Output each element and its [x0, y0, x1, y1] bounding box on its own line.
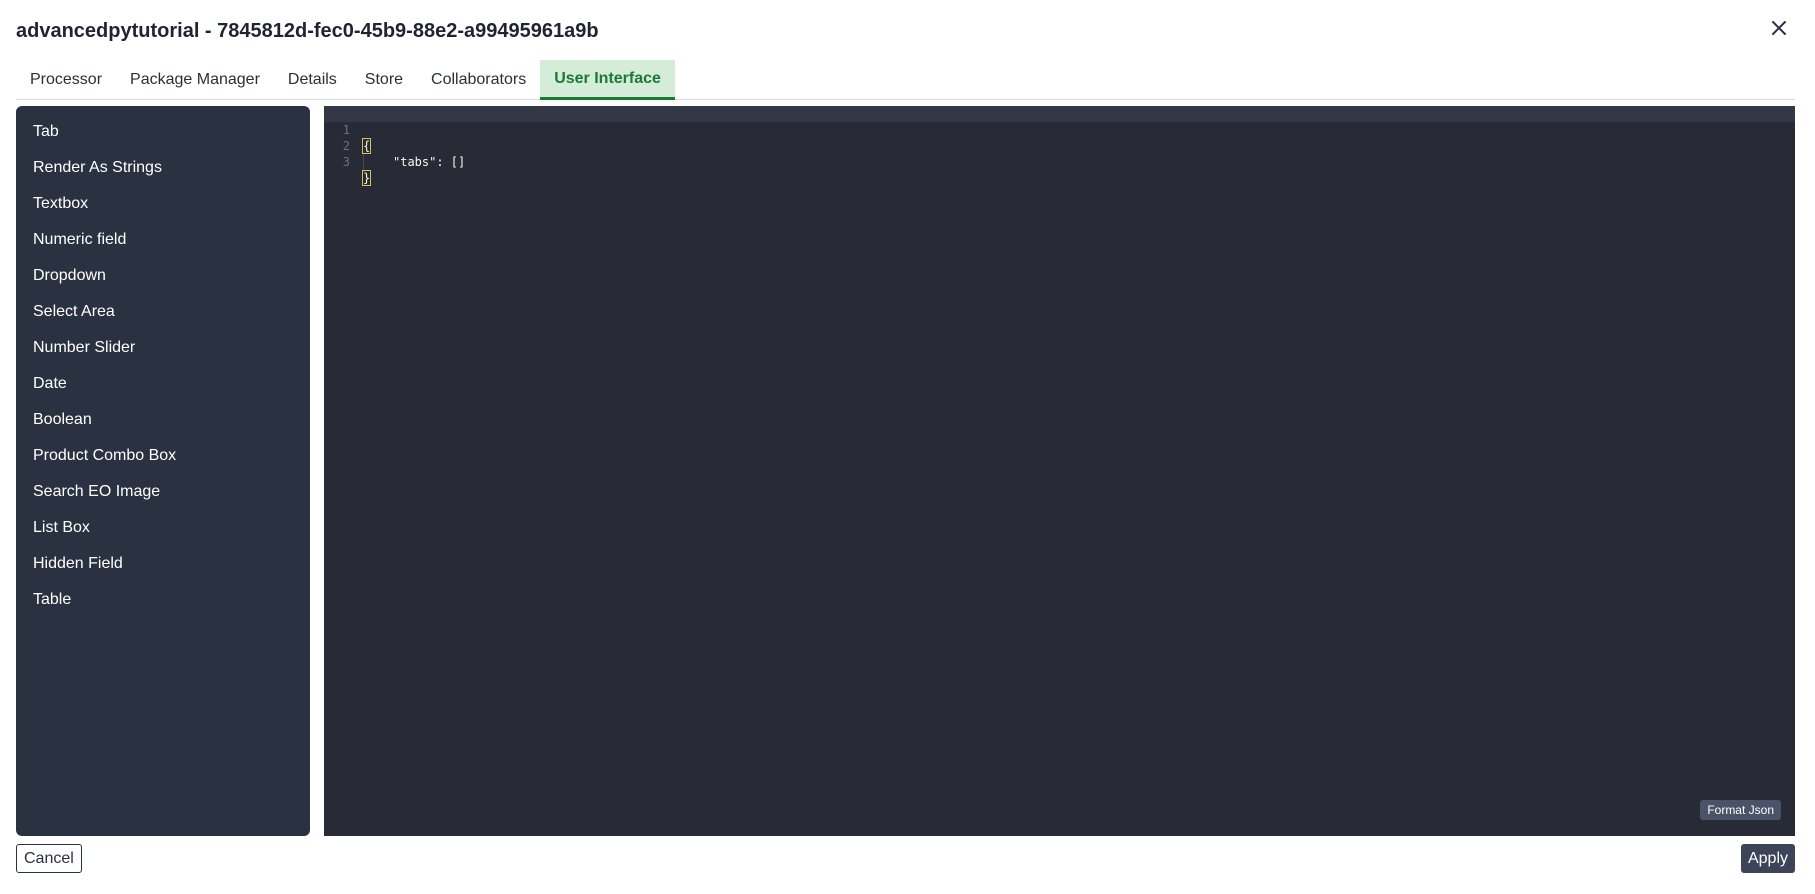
modal-dialog: advancedpytutorial - 7845812d-fec0-45b9-… — [0, 0, 1815, 894]
indent-guide — [363, 154, 393, 170]
dialog-title: advancedpytutorial - 7845812d-fec0-45b9-… — [16, 20, 599, 42]
sidebar-item-boolean[interactable]: Boolean — [16, 402, 310, 438]
tab-store[interactable]: Store — [351, 60, 417, 100]
code-line: 2 "tabs": [] — [324, 122, 1795, 170]
json-editor[interactable]: 1 { 2 "tabs": [] 3 } Format Json — [324, 106, 1795, 836]
tab-collaborators[interactable]: Collaborators — [417, 60, 540, 100]
format-json-button[interactable]: Format Json — [1700, 800, 1781, 820]
component-palette: Tab Render As Strings Textbox Numeric fi… — [16, 106, 310, 836]
sidebar-item-product-combo-box[interactable]: Product Combo Box — [16, 438, 310, 474]
apply-button[interactable]: Apply — [1740, 844, 1795, 873]
sidebar-item-textbox[interactable]: Textbox — [16, 186, 310, 222]
sidebar-item-search-eo-image[interactable]: Search EO Image — [16, 474, 310, 510]
code-text: "tabs": [] — [393, 155, 466, 169]
tab-user-interface[interactable]: User Interface — [540, 60, 675, 100]
cancel-button[interactable]: Cancel — [16, 844, 82, 873]
tab-package-manager[interactable]: Package Manager — [116, 60, 274, 100]
line-number: 3 — [342, 155, 350, 169]
sidebar-item-table[interactable]: Table — [16, 582, 310, 618]
tab-details[interactable]: Details — [274, 60, 351, 100]
close-button[interactable] — [1767, 16, 1791, 40]
sidebar-item-render-as-strings[interactable]: Render As Strings — [16, 150, 310, 186]
sidebar-item-select-area[interactable]: Select Area — [16, 294, 310, 330]
sidebar-item-list-box[interactable]: List Box — [16, 510, 310, 546]
code-line: 1 { — [324, 106, 1795, 154]
sidebar-item-number-slider[interactable]: Number Slider — [16, 330, 310, 366]
tab-bar: Processor Package Manager Details Store … — [16, 60, 1795, 100]
sidebar-item-hidden-field[interactable]: Hidden Field — [16, 546, 310, 582]
code-text: } — [361, 170, 372, 186]
tab-processor[interactable]: Processor — [16, 60, 116, 100]
sidebar-item-dropdown[interactable]: Dropdown — [16, 258, 310, 294]
sidebar-item-numeric-field[interactable]: Numeric field — [16, 222, 310, 258]
code-line: 3 } — [324, 138, 1795, 186]
sidebar-item-date[interactable]: Date — [16, 366, 310, 402]
sidebar-item-tab[interactable]: Tab — [16, 114, 310, 150]
close-icon — [1772, 21, 1786, 35]
